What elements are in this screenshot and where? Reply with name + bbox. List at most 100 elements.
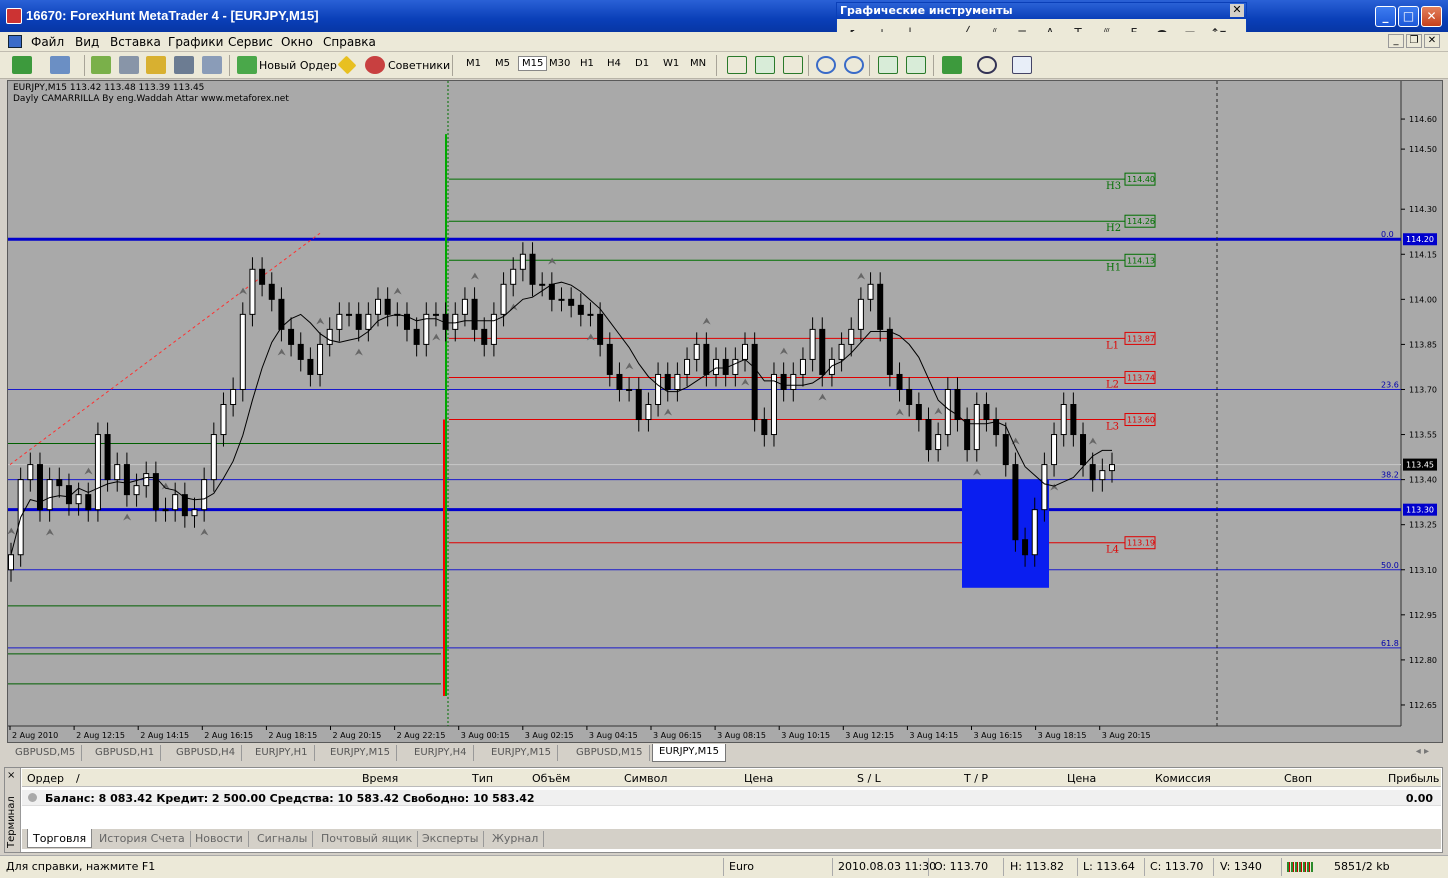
candle-bear[interactable] [664,373,671,390]
candle-bear[interactable] [577,304,584,315]
period-d1-button[interactable]: D1 [635,58,649,69]
new-order-icon[interactable] [237,56,257,74]
candle-bear[interactable] [1022,539,1029,556]
col-type[interactable]: Тип [472,772,493,785]
candle-bull[interactable] [732,358,739,375]
candle-bear[interactable] [761,419,768,436]
period-w1-button[interactable]: W1 [663,58,679,69]
col-volume[interactable]: Объём [532,772,570,785]
chart-tab[interactable]: EURJPY,H4 [408,745,474,761]
col-sl[interactable]: S / L [857,772,881,785]
candle-bull[interactable] [510,268,517,285]
col-current-price[interactable]: Цена [1067,772,1096,785]
candle-bear[interactable] [635,388,642,421]
templates-icon[interactable] [1012,56,1032,74]
chart-tab[interactable]: GBPUSD,H4 [170,745,243,761]
candle-bull[interactable] [172,494,179,511]
candle-bear[interactable] [56,479,63,487]
candle-bull[interactable] [684,358,691,375]
period-m1-button[interactable]: M1 [466,58,481,69]
candle-bull[interactable] [490,313,497,345]
candle-bull[interactable] [8,554,14,571]
chart-tab[interactable]: EURJPY,H1 [249,745,315,761]
candle-bear[interactable] [877,283,884,330]
menu-charts[interactable]: Графики [168,35,223,49]
candle-bear[interactable] [268,283,275,300]
candle-bull[interactable] [210,434,217,481]
col-swap[interactable]: Своп [1284,772,1312,785]
data-window-icon[interactable] [119,56,139,74]
candle-bear[interactable] [307,358,314,375]
candle-bull[interactable] [191,509,198,517]
candle-bull[interactable] [790,373,797,390]
candle-bull[interactable] [626,388,633,391]
candle-bull[interactable] [432,313,439,316]
chart-tab[interactable]: GBPUSD,M5 [9,745,83,761]
tab-scroll-arrows-icon[interactable]: ◂ ▸ [1416,746,1429,757]
candle-bear[interactable] [886,328,893,375]
new-order-button[interactable]: Новый Ордер [259,59,337,72]
candle-bull[interactable] [519,253,526,270]
candle-bear[interactable] [104,434,111,481]
candle-bear[interactable] [751,343,758,421]
mdi-restore-button[interactable]: ❐ [1406,34,1422,48]
periodicity-icon[interactable] [977,56,997,74]
profiles-icon[interactable] [50,56,70,74]
candle-bull[interactable] [674,373,681,390]
zoom-in-icon[interactable] [816,56,836,74]
candle-bull[interactable] [558,298,565,301]
candle-bear[interactable] [597,313,604,345]
candle-bull[interactable] [828,358,835,375]
candle-bull[interactable] [1041,464,1048,511]
candle-bull[interactable] [375,298,381,315]
candle-bull[interactable] [944,388,951,436]
candle-bull[interactable] [809,328,816,360]
candle-bear[interactable] [481,328,488,345]
candle-bull[interactable] [867,283,874,300]
candle-bull[interactable] [143,473,150,487]
menu-insert[interactable]: Вставка [110,35,161,49]
candle-bear[interactable] [413,328,420,345]
candle-bull[interactable] [713,358,720,375]
candle-bull[interactable] [114,464,121,481]
period-h4-button[interactable]: H4 [607,58,621,69]
candle-bull[interactable] [317,343,324,375]
candle-bear[interactable] [819,328,826,375]
menu-view[interactable]: Вид [75,35,99,49]
candle-bear[interactable] [703,343,710,375]
candle-bear[interactable] [297,343,304,360]
price-scale[interactable] [1401,81,1442,742]
col-price[interactable]: Цена [744,772,773,785]
document-icon[interactable] [8,35,22,48]
candle-bull[interactable] [249,268,256,315]
tester-icon[interactable] [202,56,222,74]
menu-tools[interactable]: Сервис [228,35,273,49]
terminal-tab-signals[interactable]: Сигналы [252,831,314,847]
new-chart-icon[interactable] [12,56,32,74]
bar-chart-icon[interactable] [727,56,747,74]
candle-bear[interactable] [548,283,555,300]
candle-bear[interactable] [616,373,623,390]
candle-bull[interactable] [539,283,546,286]
chart-tab-active[interactable]: EURJPY,M15 [652,744,726,762]
candle-bear[interactable] [606,343,613,375]
col-tp[interactable]: T / P [964,772,988,785]
candle-bull[interactable] [336,313,343,330]
candle-bear[interactable] [1002,434,1009,466]
candle-bear[interactable] [780,373,787,390]
candle-bull[interactable] [1060,404,1067,436]
candle-bull[interactable] [500,283,507,315]
zoom-out-icon[interactable] [844,56,864,74]
terminal-tab-experts[interactable]: Эксперты [417,831,485,847]
candle-bear[interactable] [471,298,478,330]
candle-bear[interactable] [123,464,130,496]
candle-bull[interactable] [27,464,34,481]
candle-bull[interactable] [201,479,208,511]
candle-bear[interactable] [906,388,913,405]
close-button[interactable]: ✕ [1421,6,1442,27]
candle-bull[interactable] [94,434,101,511]
candle-bull[interactable] [645,404,652,421]
candle-bull[interactable] [220,404,227,436]
candle-bull[interactable] [1099,470,1106,481]
candle-bear[interactable] [85,494,92,511]
